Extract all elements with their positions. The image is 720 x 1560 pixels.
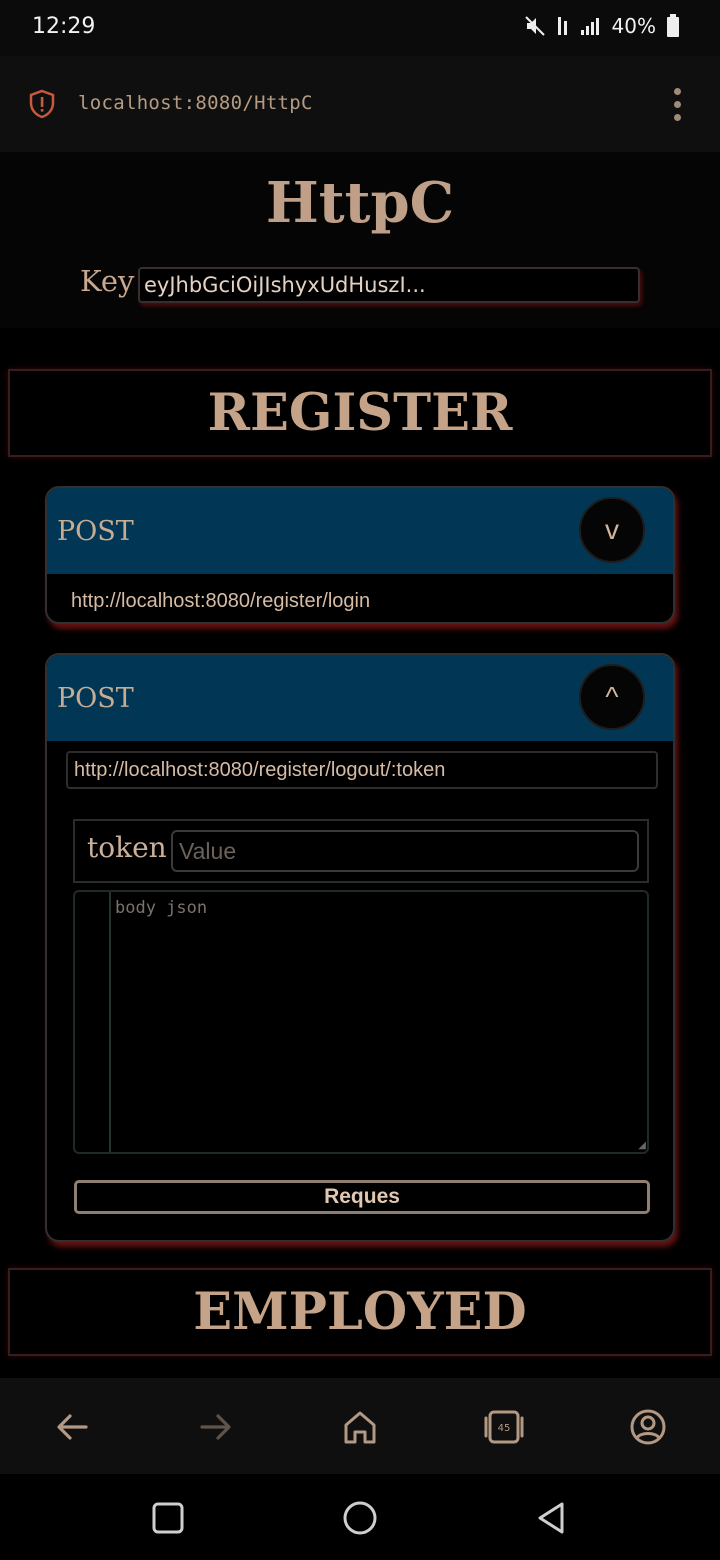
home-icon[interactable] <box>336 1403 384 1451</box>
body-json-placeholder: body json <box>115 898 208 918</box>
network-4g-icon <box>557 17 567 35</box>
section-title: REGISTER <box>207 383 513 443</box>
method-label: POST <box>57 516 134 547</box>
battery-icon <box>667 14 679 37</box>
home-circle-icon[interactable] <box>340 1498 380 1538</box>
endpoint-url: http://localhost:8080/register/login <box>71 590 371 612</box>
tabs-count: 45 <box>498 1423 511 1434</box>
resize-handle-icon[interactable]: ◢ <box>638 1140 646 1151</box>
param-row: token Value <box>73 819 649 883</box>
body-json-editor[interactable]: body json ◢ <box>73 890 649 1154</box>
status-icons: 40% <box>524 14 680 38</box>
endpoint-card: POST v http://localhost:8080/register/lo… <box>45 486 675 624</box>
section-register[interactable]: REGISTER <box>8 369 712 457</box>
key-label: Key <box>80 264 135 298</box>
param-value-input[interactable]: Value <box>171 830 639 872</box>
method-label: POST <box>57 683 134 714</box>
signal-icon <box>580 18 599 35</box>
expand-toggle-button[interactable]: v <box>579 497 645 563</box>
section-title: EMPLOYED <box>193 1282 527 1342</box>
status-time: 12:29 <box>32 14 96 39</box>
endpoint-header[interactable]: POST ^ <box>47 655 673 741</box>
shield-warning-icon[interactable] <box>28 89 56 119</box>
page-title: HttpC <box>265 170 455 236</box>
system-back-icon[interactable] <box>532 1498 572 1538</box>
param-name: token <box>87 831 167 864</box>
line-gutter <box>75 892 111 1152</box>
forward-arrow-icon[interactable] <box>192 1403 240 1451</box>
request-button[interactable]: Reques <box>74 1180 650 1214</box>
tabs-icon[interactable]: 45 <box>480 1403 528 1451</box>
collapse-toggle-button[interactable]: ^ <box>579 664 645 730</box>
more-menu-icon[interactable] <box>674 88 681 121</box>
endpoint-card: POST ^ http://localhost:8080/register/lo… <box>45 653 675 1242</box>
endpoint-url-field[interactable]: http://localhost:8080/register/logout/:t… <box>66 751 658 789</box>
battery-percent: 40% <box>611 14 656 38</box>
mute-icon <box>524 16 545 36</box>
back-arrow-icon[interactable] <box>48 1403 96 1451</box>
recent-apps-icon[interactable] <box>150 1500 186 1536</box>
account-icon[interactable] <box>624 1403 672 1451</box>
url-text[interactable]: localhost:8080/HttpC <box>78 92 313 114</box>
endpoint-header[interactable]: POST v <box>47 488 673 574</box>
key-input[interactable]: eyJhbGciOiJIshyxUdHuszI... <box>138 267 640 303</box>
section-employed[interactable]: EMPLOYED <box>8 1268 712 1356</box>
